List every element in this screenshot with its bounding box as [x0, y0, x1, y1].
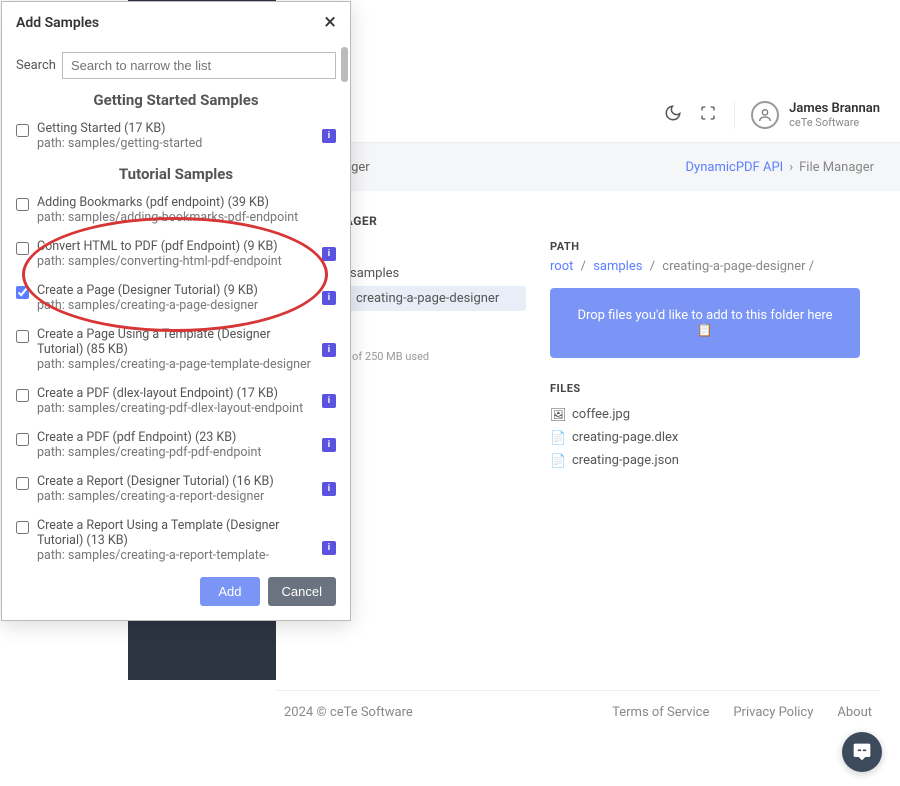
sample-title: Getting Started (17 KB) [37, 121, 314, 136]
section-tutorial: Tutorial Samples [16, 165, 336, 183]
file-name: coffee.jpg [572, 407, 630, 422]
sample-path: path: samples/creating-a-page-designer [37, 298, 314, 313]
sample-checkbox[interactable] [16, 124, 29, 137]
user-avatar-icon [751, 101, 779, 129]
sample-checkbox[interactable] [16, 389, 29, 402]
copy-icon: 📋 [697, 323, 713, 338]
sample-title: Convert HTML to PDF (pdf Endpoint) (9 KB… [37, 239, 314, 254]
sample-checkbox[interactable] [16, 286, 29, 299]
top-header: James Brannan ceTe Software [276, 88, 900, 143]
info-icon[interactable]: i [322, 129, 336, 143]
sample-title: Create a Report Using a Template (Design… [37, 518, 314, 548]
info-icon[interactable]: i [322, 438, 336, 452]
sample-path: path: samples/getting-started [37, 136, 314, 151]
about-link[interactable]: About [837, 705, 872, 720]
modal-title: Add Samples [16, 15, 99, 31]
close-icon[interactable]: × [324, 12, 336, 34]
path-samples-link[interactable]: samples [593, 259, 642, 274]
drop-zone[interactable]: Drop files you'd like to add to this fol… [550, 288, 860, 358]
sample-path: path: samples/creating-a-page-template-d… [37, 357, 314, 372]
sample-path: path: samples/creating-a-report-designer [37, 489, 314, 504]
chat-bubble[interactable] [842, 732, 882, 772]
chevron-right-icon: › [789, 160, 793, 175]
path-root-link[interactable]: root [550, 259, 573, 274]
add-button[interactable]: Add [200, 577, 259, 606]
file-manager-card: MANAGER oot samples creating-a-page-desi… [296, 196, 880, 490]
sample-title: Create a Page (Designer Tutorial) (9 KB) [37, 283, 314, 298]
image-icon: 🖼 [550, 408, 564, 422]
search-input[interactable] [62, 52, 336, 79]
breadcrumb-current: File Manager [799, 160, 874, 175]
privacy-link[interactable]: Privacy Policy [733, 705, 813, 720]
folder-label: creating-a-page-designer [356, 291, 499, 306]
search-label: Search [16, 58, 56, 73]
theme-toggle-icon[interactable] [664, 104, 682, 126]
file-item[interactable]: 🖼 coffee.jpg [550, 403, 860, 426]
sample-item: Create a Page (Designer Tutorial) (9 KB)… [16, 279, 336, 323]
user-menu[interactable]: James Brannan ceTe Software [734, 101, 880, 129]
file-manager-title: MANAGER [316, 214, 860, 228]
footer: 2024 © ceTe Software Terms of Service Pr… [276, 690, 880, 734]
sample-path: path: samples/creating-pdf-pdf-endpoint [37, 445, 314, 460]
folder-selected[interactable]: creating-a-page-designer [328, 286, 526, 311]
sample-title: Create a Page Using a Template (Designer… [37, 327, 314, 357]
drop-zone-text: Drop files you'd like to add to this fol… [577, 308, 832, 323]
cancel-button[interactable]: Cancel [268, 577, 336, 606]
section-getting-started: Getting Started Samples [16, 91, 336, 109]
files-label: FILES [550, 382, 860, 395]
files-list: 🖼 coffee.jpg 📄 creating-page.dlex 📄 crea… [550, 403, 860, 472]
info-icon[interactable]: i [322, 343, 336, 357]
breadcrumb-api-link[interactable]: DynamicPDF API [686, 160, 784, 175]
info-icon[interactable]: i [322, 247, 336, 261]
sample-checkbox[interactable] [16, 330, 29, 343]
sample-item: Create a PDF (dlex-layout Endpoint) (17 … [16, 382, 336, 426]
file-icon: 📄 [550, 431, 564, 445]
sample-title: Create a Report (Designer Tutorial) (16 … [37, 474, 314, 489]
sample-checkbox[interactable] [16, 477, 29, 490]
sample-checkbox[interactable] [16, 433, 29, 446]
folder-samples[interactable]: samples [330, 261, 526, 286]
sample-path: path: samples/creating-a-report-template… [37, 548, 314, 563]
folder-label: samples [350, 266, 399, 281]
info-icon[interactable]: i [322, 394, 336, 408]
sample-item: Adding Bookmarks (pdf endpoint) (39 KB) … [16, 191, 336, 235]
info-icon[interactable]: i [322, 541, 336, 555]
path-breadcrumb: root / samples / creating-a-page-designe… [550, 259, 860, 274]
breadcrumb-bar: ager DynamicPDF API › File Manager [276, 143, 900, 191]
user-company: ceTe Software [789, 116, 880, 129]
add-samples-modal: Add Samples × Search Getting Started Sam… [1, 1, 351, 621]
sample-item: Getting Started (17 KB) path: samples/ge… [16, 117, 336, 161]
user-name: James Brannan [789, 101, 880, 116]
sample-item: Create a Report Using a Template (Design… [16, 514, 336, 563]
sample-item: Create a PDF (pdf Endpoint) (23 KB) path… [16, 426, 336, 470]
fullscreen-icon[interactable] [700, 105, 716, 125]
copyright-text: 2024 © ceTe Software [284, 705, 413, 720]
sample-checkbox[interactable] [16, 521, 29, 534]
sample-checkbox[interactable] [16, 242, 29, 255]
scrollbar[interactable] [341, 47, 348, 82]
file-icon: 📄 [550, 454, 564, 468]
sample-item: Create a Report (Designer Tutorial) (16 … [16, 470, 336, 514]
sample-item: Create a Page Using a Template (Designer… [16, 323, 336, 382]
sample-checkbox[interactable] [16, 198, 29, 211]
path-current: creating-a-page-designer / [662, 259, 814, 274]
info-icon[interactable]: i [322, 291, 336, 305]
sample-title: Create a PDF (dlex-layout Endpoint) (17 … [37, 386, 314, 401]
terms-link[interactable]: Terms of Service [612, 705, 709, 720]
sample-path: path: samples/converting-html-pdf-endpoi… [37, 254, 314, 269]
sample-item: Convert HTML to PDF (pdf Endpoint) (9 KB… [16, 235, 336, 279]
sample-title: Create a PDF (pdf Endpoint) (23 KB) [37, 430, 314, 445]
sample-path: path: samples/creating-pdf-dlex-layout-e… [37, 401, 314, 416]
file-name: creating-page.json [572, 453, 679, 468]
file-name: creating-page.dlex [572, 430, 678, 445]
sample-path: path: samples/adding-bookmarks-pdf-endpo… [37, 210, 336, 225]
info-icon[interactable]: i [322, 482, 336, 496]
file-item[interactable]: 📄 creating-page.json [550, 449, 860, 472]
path-label: PATH [550, 240, 860, 253]
file-item[interactable]: 📄 creating-page.dlex [550, 426, 860, 449]
sample-title: Adding Bookmarks (pdf endpoint) (39 KB) [37, 195, 336, 210]
